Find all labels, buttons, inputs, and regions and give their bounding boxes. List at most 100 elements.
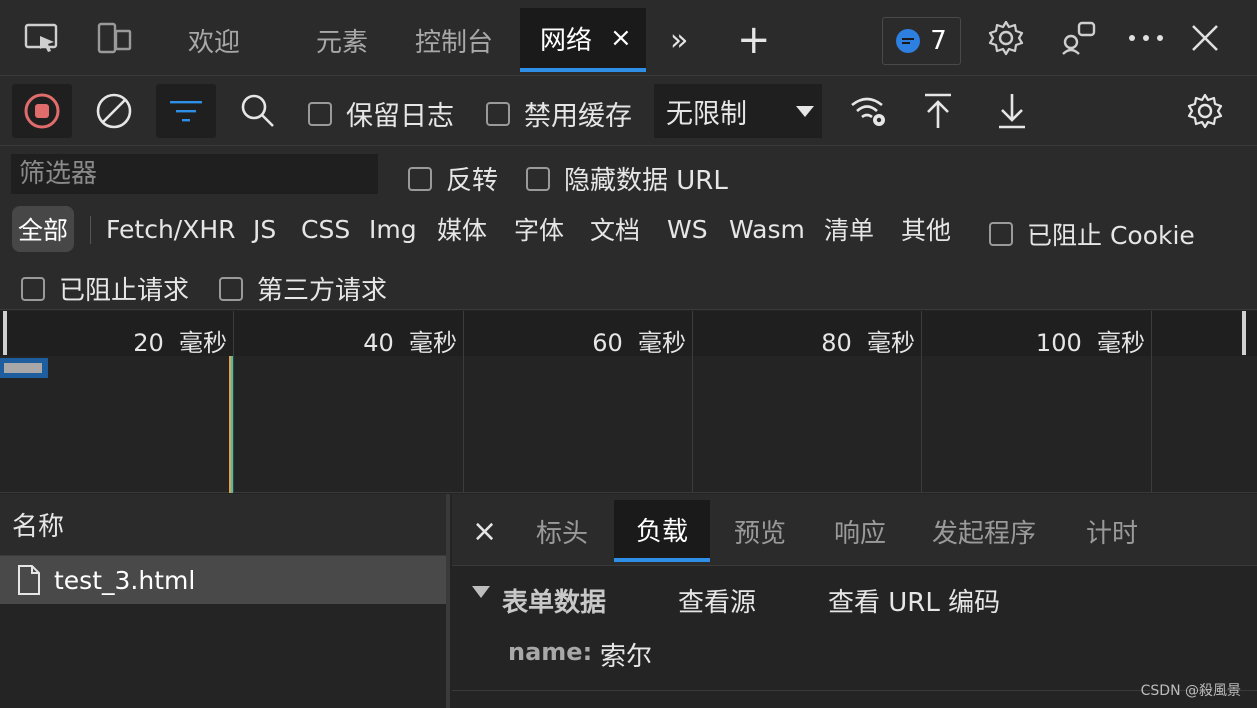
type-filter-img[interactable]: Img <box>369 206 417 252</box>
tab-initiator[interactable]: 发起程序 <box>932 500 1036 562</box>
invert-box[interactable] <box>408 166 432 191</box>
timeline-tick-label: 60 毫秒 <box>592 329 686 357</box>
type-filter-label: Fetch/XHR <box>106 214 236 244</box>
type-filter-manifest[interactable]: 清单 <box>824 206 874 252</box>
clear-button[interactable] <box>84 84 144 138</box>
record-stop-icon <box>24 93 60 129</box>
close-tab-icon[interactable]: × <box>610 23 632 53</box>
tab-headers[interactable]: 标头 <box>536 500 588 562</box>
third-party-box[interactable] <box>219 276 243 301</box>
type-filter-label: JS <box>253 214 277 244</box>
search-button[interactable] <box>228 84 288 138</box>
issues-badge-button[interactable]: 7 <box>882 17 961 65</box>
collapse-triangle-icon[interactable] <box>472 586 490 598</box>
preserve-log-box[interactable] <box>308 101 332 126</box>
type-filter-label: 全部 <box>18 216 69 245</box>
devtools-tab-bar: 欢迎 元素 控制台 网络 × » + 7 <box>0 0 1257 76</box>
timeline-overview[interactable]: 20 毫秒 40 毫秒 60 毫秒 80 毫秒 100 毫秒 <box>0 311 1257 493</box>
name-column-header[interactable]: 名称 <box>0 494 446 556</box>
disable-cache-label: 禁用缓存 <box>524 101 632 132</box>
close-devtools-icon[interactable] <box>1185 18 1225 58</box>
filter-bar: 反转 隐藏数据 URL 全部 Fetch/XHR JS CSS Img 媒体 字… <box>0 146 1257 310</box>
request-row[interactable]: test_3.html <box>0 556 446 604</box>
close-detail-button[interactable]: × <box>472 500 497 562</box>
disable-cache-box[interactable] <box>486 101 510 126</box>
feedback-icon[interactable] <box>1058 18 1098 58</box>
blocked-requests-box[interactable] <box>21 276 45 301</box>
timeline-gridline <box>1151 311 1152 493</box>
detail-tabs: × 标头 负载 预览 响应 发起程序 计时 <box>452 494 1257 566</box>
type-filter-js[interactable]: JS <box>253 206 276 252</box>
tab-welcome[interactable]: 欢迎 <box>188 8 240 72</box>
tab-response[interactable]: 响应 <box>834 500 886 562</box>
throttling-select[interactable]: 无限制 <box>654 84 822 138</box>
tab-payload[interactable]: 负载 <box>614 500 711 562</box>
type-filter-doc[interactable]: 文档 <box>590 206 640 252</box>
view-url-encoded-link[interactable]: 查看 URL 编码 <box>828 582 1000 619</box>
add-tab-button[interactable]: + <box>737 8 771 72</box>
settings-gear-icon[interactable] <box>986 18 1026 58</box>
more-tabs-icon: » <box>670 22 689 58</box>
tab-preview[interactable]: 预览 <box>734 500 786 562</box>
import-har-button[interactable] <box>908 84 968 138</box>
tab-elements[interactable]: 元素 <box>316 8 368 72</box>
timeline-left-handle[interactable] <box>3 311 7 355</box>
filter-input[interactable] <box>11 154 378 194</box>
timeline-tick-label: 80 毫秒 <box>821 329 915 357</box>
type-filter-ws[interactable]: WS <box>667 206 708 252</box>
tab-headers-label: 标头 <box>536 518 589 549</box>
type-filter-css[interactable]: CSS <box>301 206 350 252</box>
watermark: CSDN @殺風景 <box>1140 683 1241 699</box>
inspect-element-icon[interactable] <box>22 18 62 58</box>
invert-checkbox[interactable]: 反转 <box>408 160 498 197</box>
timeline-right-handle[interactable] <box>1242 311 1246 355</box>
blocked-requests-checkbox[interactable]: 已阻止请求 <box>21 270 189 307</box>
divider <box>452 690 1257 691</box>
issues-count: 7 <box>930 26 947 56</box>
blocked-requests-label: 已阻止请求 <box>59 276 190 306</box>
network-settings-button[interactable] <box>1175 84 1235 138</box>
hide-data-url-box[interactable] <box>526 166 550 191</box>
timeline-tick-label: 40 毫秒 <box>363 329 457 357</box>
type-filter-fetch-xhr[interactable]: Fetch/XHR <box>106 206 236 252</box>
hide-data-url-checkbox[interactable]: 隐藏数据 URL <box>526 160 728 197</box>
filter-icon <box>170 101 202 122</box>
type-filter-font[interactable]: 字体 <box>514 206 564 252</box>
device-emulation-icon[interactable] <box>94 18 134 58</box>
tab-network[interactable]: 网络 × <box>520 8 646 72</box>
blocked-cookies-box[interactable] <box>989 222 1013 246</box>
view-source-link[interactable]: 查看源 <box>678 582 756 619</box>
network-toolbar: 保留日志 禁用缓存 无限制 <box>0 76 1257 146</box>
record-button[interactable] <box>12 84 72 138</box>
type-filter-other[interactable]: 其他 <box>901 206 951 252</box>
payload-content: 表单数据 查看源 查看 URL 编码 name: 索尔 <box>452 566 1257 692</box>
third-party-checkbox[interactable]: 第三方请求 <box>219 270 387 307</box>
disable-cache-checkbox[interactable]: 禁用缓存 <box>486 94 632 133</box>
filter-toggle-button[interactable] <box>156 84 216 138</box>
export-har-button[interactable] <box>982 84 1042 138</box>
blocked-cookies-checkbox[interactable]: 已阻止 Cookie <box>989 216 1195 252</box>
form-data-title[interactable]: 表单数据 <box>502 582 606 619</box>
type-filter-label: Img <box>369 214 417 244</box>
preserve-log-checkbox[interactable]: 保留日志 <box>308 94 454 133</box>
type-filter-media[interactable]: 媒体 <box>437 206 487 252</box>
more-options-icon[interactable] <box>1126 18 1166 58</box>
type-filter-label: Wasm <box>729 214 805 244</box>
timeline-gridline <box>921 311 922 493</box>
file-icon <box>18 565 40 595</box>
type-filter-all[interactable]: 全部 <box>12 206 75 252</box>
network-conditions-button[interactable] <box>838 84 898 138</box>
add-tab-icon: + <box>737 17 771 63</box>
close-icon: × <box>472 513 498 549</box>
tab-payload-label: 负载 <box>636 516 689 547</box>
settings-gear-icon <box>1187 93 1223 129</box>
tab-timing[interactable]: 计时 <box>1086 500 1138 562</box>
wifi-settings-icon <box>851 97 885 126</box>
type-filter-label: 其他 <box>901 216 952 245</box>
throttling-value: 无限制 <box>666 98 747 130</box>
more-tabs-button[interactable]: » <box>670 8 688 72</box>
load-marker <box>231 356 233 493</box>
type-filter-wasm[interactable]: Wasm <box>729 206 805 252</box>
tab-console[interactable]: 控制台 <box>415 8 493 72</box>
tab-console-label: 控制台 <box>415 27 494 58</box>
